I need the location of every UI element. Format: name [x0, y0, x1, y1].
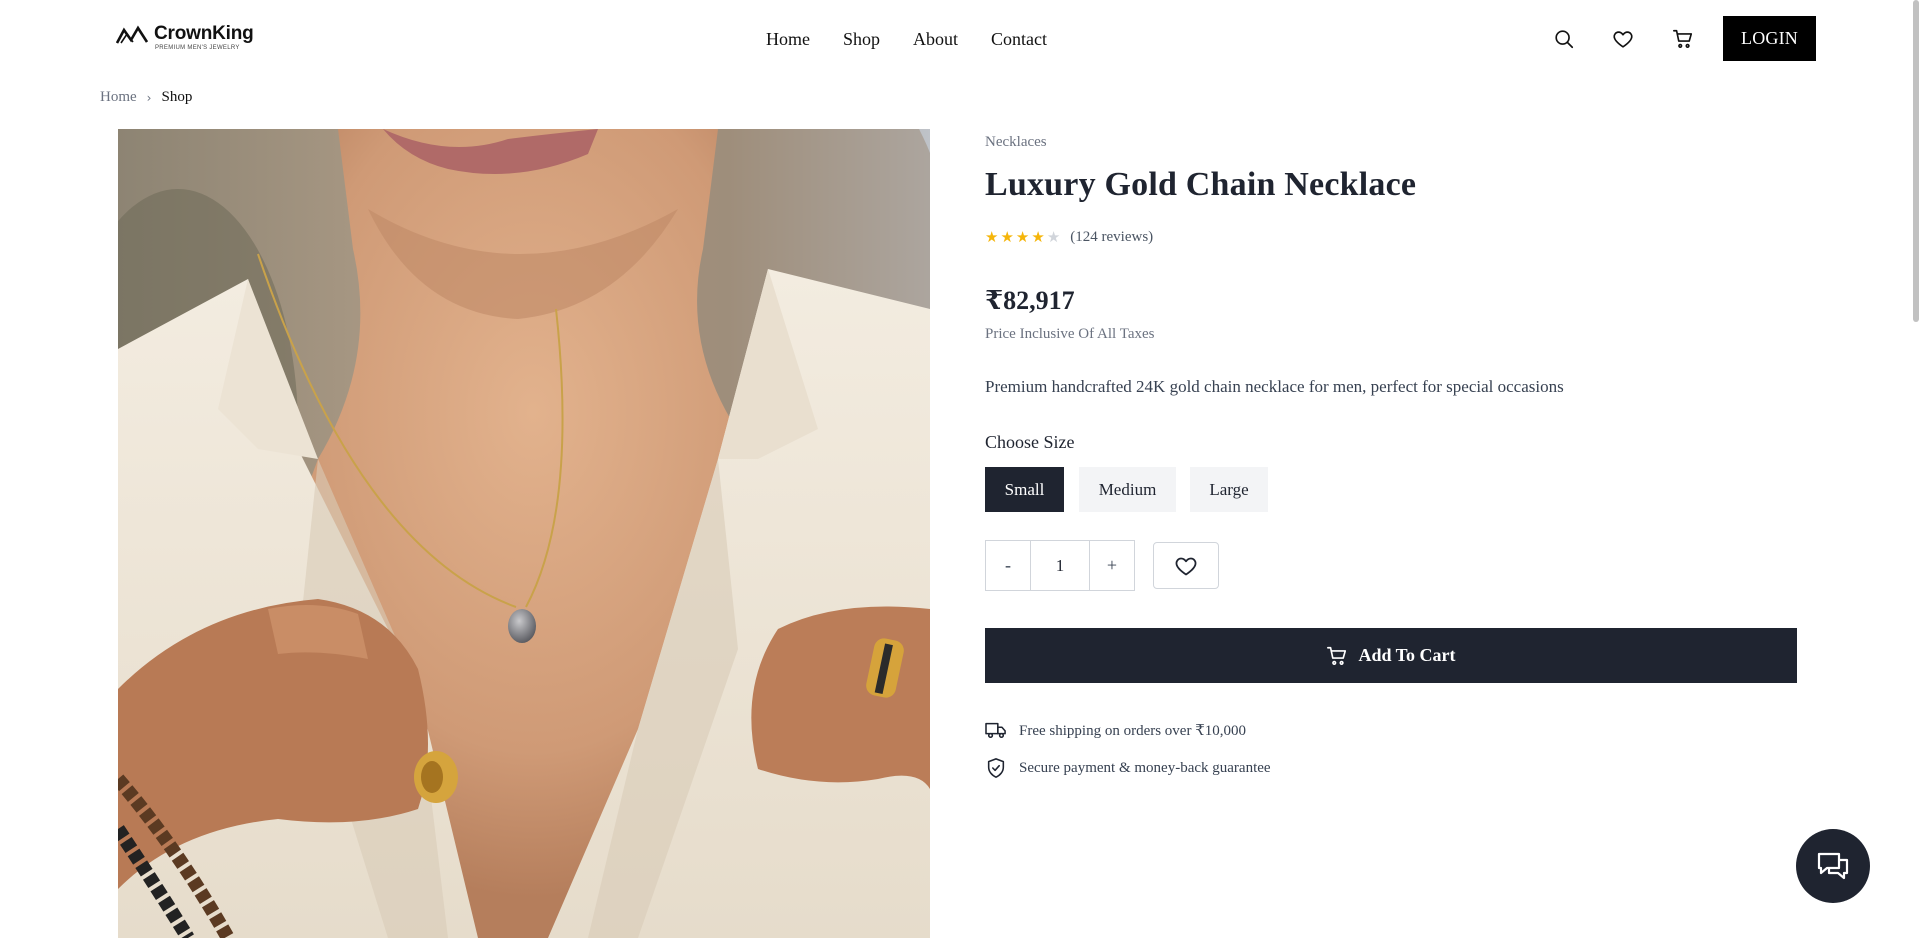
heart-icon: [1175, 557, 1197, 575]
quantity-increase-button[interactable]: +: [1090, 541, 1134, 590]
nav-about[interactable]: About: [913, 28, 958, 50]
size-option-medium[interactable]: Medium: [1079, 467, 1176, 512]
star-icon: ★: [1031, 228, 1045, 246]
truck-icon: [985, 722, 1006, 739]
crown-logo-icon: [116, 25, 148, 44]
perk-security-text: Secure payment & money-back guarantee: [1019, 759, 1271, 776]
main-nav: Home Shop About Contact: [766, 28, 1080, 50]
add-to-cart-label: Add To Cart: [1358, 645, 1456, 665]
nav-home[interactable]: Home: [766, 28, 810, 50]
product-price: ₹82,917: [985, 286, 1075, 315]
nav-contact[interactable]: Contact: [991, 28, 1047, 50]
nav-shop[interactable]: Shop: [843, 28, 880, 50]
cart-icon: [1673, 29, 1693, 48]
star-icon: ★: [1000, 228, 1014, 246]
size-option-small[interactable]: Small: [985, 467, 1064, 512]
quantity-decrease-button[interactable]: -: [986, 541, 1030, 590]
size-option-large[interactable]: Large: [1190, 467, 1268, 512]
breadcrumb-home[interactable]: Home: [100, 89, 137, 106]
cart-icon: [1327, 646, 1347, 665]
add-to-wishlist-button[interactable]: [1153, 542, 1219, 589]
tax-note: Price Inclusive Of All Taxes: [985, 326, 1155, 342]
add-to-cart-button[interactable]: Add To Cart: [985, 628, 1797, 683]
chat-icon: [1817, 852, 1849, 880]
product-description: Premium handcrafted 24K gold chain neckl…: [985, 377, 1564, 396]
shield-check-icon: [987, 758, 1005, 778]
quantity-value[interactable]: 1: [1030, 541, 1090, 590]
perk-shipping-text: Free shipping on orders over ₹10,000: [1019, 722, 1247, 739]
chat-button[interactable]: [1796, 829, 1870, 903]
heart-icon: [1613, 31, 1633, 48]
perk-security: Secure payment & money-back guarantee: [985, 757, 1271, 779]
product-rating: ★ ★ ★ ★ ★ (124 reviews): [985, 229, 1153, 246]
product-image: [118, 129, 930, 938]
star-icon: ★: [985, 228, 999, 246]
brand-name: CrownKing: [154, 23, 254, 44]
scrollbar[interactable]: [1913, 0, 1919, 322]
product-title: Luxury Gold Chain Necklace: [985, 166, 1417, 203]
product-photo: [118, 129, 930, 938]
breadcrumb-current: Shop: [161, 89, 193, 105]
brand-tagline: PREMIUM MEN'S JEWELRY: [155, 45, 240, 51]
star-icon: ★: [1015, 228, 1030, 246]
search-icon: [1555, 30, 1574, 49]
site-header: CrownKing PREMIUM MEN'S JEWELRY Home Sho…: [0, 0, 1919, 78]
review-count[interactable]: (124 reviews): [1070, 229, 1153, 246]
star-empty-icon: ★: [1046, 228, 1061, 246]
login-button[interactable]: LOGIN: [1723, 16, 1816, 61]
perk-shipping: Free shipping on orders over ₹10,000: [985, 720, 1246, 740]
breadcrumb: Home › Shop: [100, 89, 192, 106]
size-label: Choose Size: [985, 432, 1075, 452]
logo[interactable]: CrownKing PREMIUM MEN'S JEWELRY: [116, 24, 254, 52]
chevron-right-icon: ›: [146, 90, 152, 105]
search-button[interactable]: [1552, 27, 1576, 51]
product-category[interactable]: Necklaces: [985, 134, 1047, 151]
quantity-stepper: - 1 +: [985, 540, 1135, 591]
wishlist-button[interactable]: [1611, 27, 1635, 51]
cart-button[interactable]: [1671, 27, 1695, 51]
